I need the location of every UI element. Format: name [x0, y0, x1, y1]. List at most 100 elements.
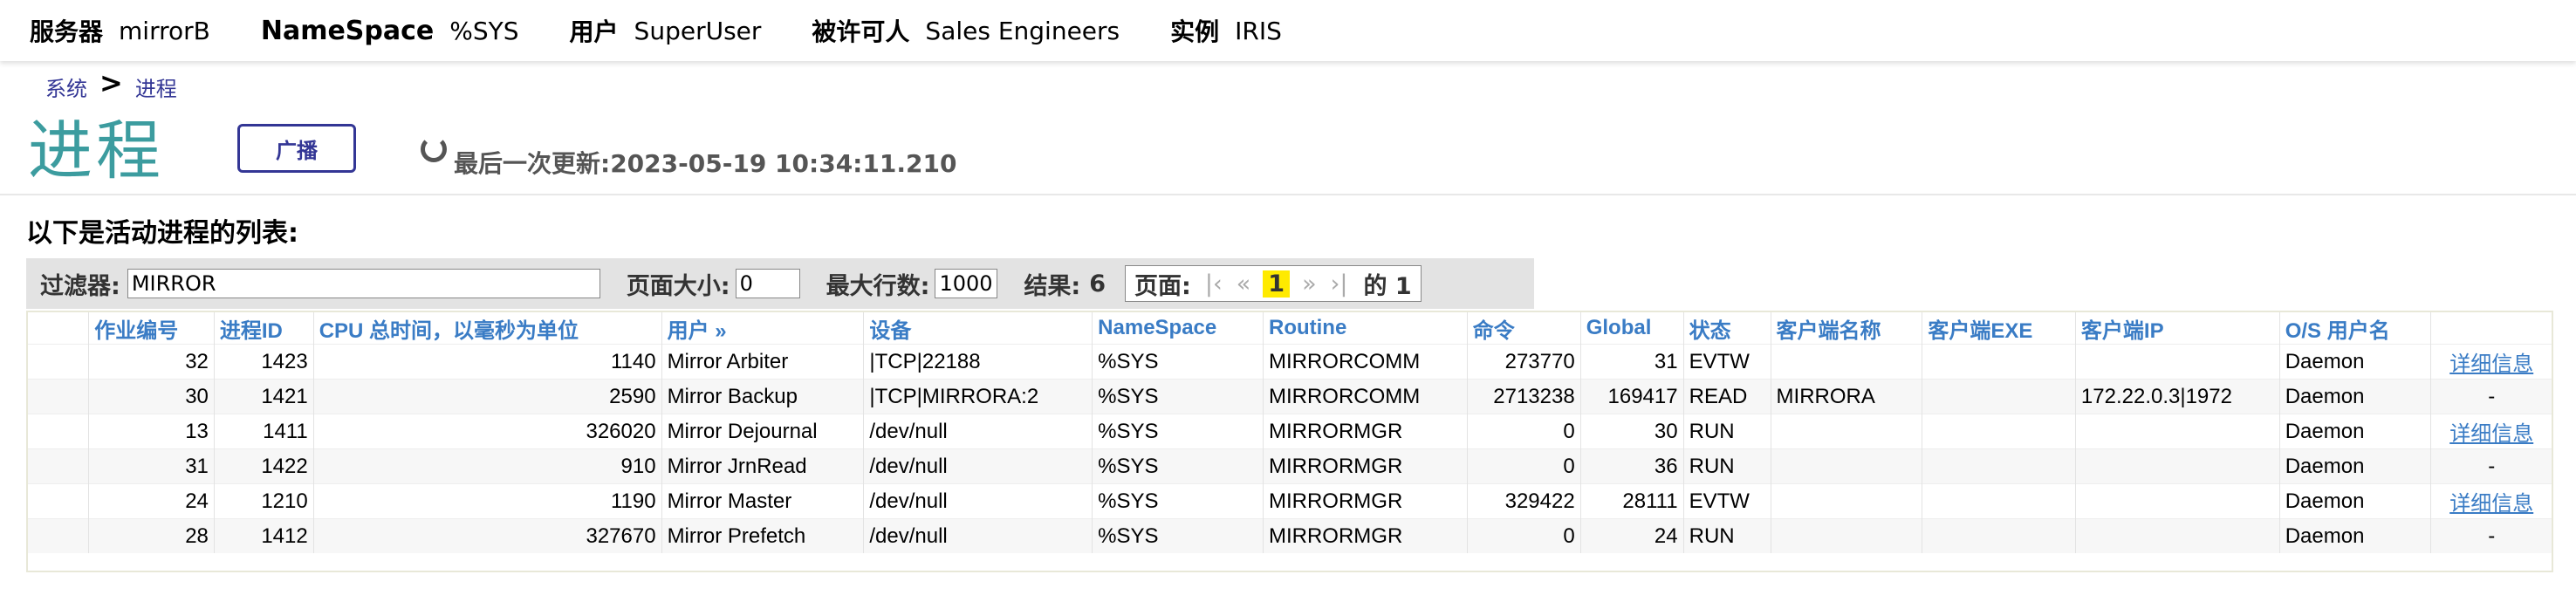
user-label: 用户: [569, 17, 619, 46]
namespace-value[interactable]: %SYS: [449, 17, 518, 45]
broadcast-button[interactable]: 广播: [237, 124, 356, 173]
column-header-os-user[interactable]: O/S 用户名: [2279, 312, 2432, 345]
table-row[interactable]: 31 1422 910 Mirror JrnRead /dev/null %SY…: [28, 448, 2552, 484]
refresh-icon[interactable]: [421, 136, 447, 162]
cell-details: -: [2430, 379, 2552, 414]
column-header-job[interactable]: 作业编号: [88, 312, 215, 345]
server-label: 服务器: [30, 17, 104, 46]
cell-cpu: 327670: [313, 518, 662, 553]
cell-job: 30: [88, 379, 215, 414]
cell-pid: 1412: [214, 518, 314, 553]
cell-command: 0: [1467, 414, 1581, 449]
cell-command: 2713238: [1467, 379, 1581, 414]
cell-details: -: [2430, 448, 2552, 484]
cell-os-user: Daemon: [2279, 379, 2432, 414]
column-header-pid[interactable]: 进程ID: [214, 312, 314, 345]
column-header-user[interactable]: 用户 »: [661, 312, 865, 345]
column-header-routine[interactable]: Routine: [1263, 312, 1468, 345]
next-page-button[interactable]: »: [1302, 270, 1317, 298]
cell-device: |TCP|22188: [863, 344, 1093, 380]
process-table: 作业编号 进程ID CPU 总时间，以毫秒为单位 用户 » 设备 NameSpa…: [28, 312, 2552, 553]
refresh-area: 最后一次更新:2023-05-19 10:34:11.210: [421, 129, 956, 180]
cell-client-name: [1771, 483, 1923, 519]
first-page-button[interactable]: |‹: [1205, 270, 1223, 298]
cell-client-ip: [2075, 483, 2280, 519]
cell-namespace: %SYS: [1092, 379, 1264, 414]
column-header-namespace[interactable]: NameSpace: [1092, 312, 1264, 345]
cell-state: EVTW: [1683, 344, 1771, 380]
column-header-global[interactable]: Global: [1580, 312, 1684, 345]
cell-pid: 1423: [214, 344, 314, 380]
page-size-label: 页面大小:: [626, 272, 730, 300]
cell-client-exe: [1922, 344, 2076, 380]
cell-job: 24: [88, 483, 215, 519]
prev-page-button[interactable]: «: [1237, 270, 1251, 298]
results-label: 结果:: [1024, 272, 1081, 300]
cell-namespace: %SYS: [1092, 518, 1264, 553]
column-header-command[interactable]: 命令: [1467, 312, 1581, 345]
cell-routine: MIRRORMGR: [1263, 483, 1468, 519]
cell-state: RUN: [1683, 518, 1771, 553]
cell-details: 详细信息: [2430, 483, 2552, 519]
cell-job: 28: [88, 518, 215, 553]
row-select-cell: [28, 379, 90, 414]
column-header-state[interactable]: 状态: [1683, 312, 1771, 345]
breadcrumb-item-system[interactable]: 系统: [45, 72, 87, 102]
page-size-input[interactable]: [735, 269, 800, 298]
table-header-row: 作业编号 进程ID CPU 总时间，以毫秒为单位 用户 » 设备 NameSpa…: [28, 312, 2552, 345]
table-row[interactable]: 30 1421 2590 Mirror Backup |TCP|MIRRORA:…: [28, 379, 2552, 414]
last-update-text: 最后一次更新:2023-05-19 10:34:11.210: [454, 149, 957, 178]
cell-state: RUN: [1683, 414, 1771, 449]
cell-device: /dev/null: [863, 483, 1093, 519]
cell-namespace: %SYS: [1092, 483, 1264, 519]
cell-routine: MIRRORMGR: [1263, 414, 1468, 449]
cell-cpu: 1140: [313, 344, 662, 380]
cell-global: 28111: [1580, 483, 1684, 519]
max-rows-label: 最大行数:: [826, 272, 930, 300]
cell-os-user: Daemon: [2279, 518, 2432, 553]
title-row: 进程 广播 最后一次更新:2023-05-19 10:34:11.210: [28, 112, 2559, 190]
cell-command: 0: [1467, 518, 1581, 553]
cell-state: RUN: [1683, 448, 1771, 484]
page-title: 进程: [28, 113, 164, 188]
column-header-cpu[interactable]: CPU 总时间，以毫秒为单位: [313, 312, 662, 345]
cell-command: 329422: [1467, 483, 1581, 519]
last-page-button[interactable]: ›|: [1331, 270, 1348, 298]
process-table-container: 作业编号 进程ID CPU 总时间，以毫秒为单位 用户 » 设备 NameSpa…: [26, 311, 2553, 572]
details-link[interactable]: 详细信息: [2449, 422, 2533, 446]
details-link[interactable]: 详细信息: [2449, 492, 2533, 516]
cell-routine: MIRRORMGR: [1263, 518, 1468, 553]
max-rows-input[interactable]: [935, 269, 998, 298]
filter-label: 过滤器:: [40, 272, 120, 300]
cell-client-exe: [1922, 379, 2076, 414]
cell-routine: MIRRORCOMM: [1263, 379, 1468, 414]
cell-os-user: Daemon: [2279, 448, 2432, 484]
cell-state: EVTW: [1683, 483, 1771, 519]
cell-details: 详细信息: [2430, 414, 2552, 449]
column-header-client-ip[interactable]: 客户端IP: [2075, 312, 2280, 345]
table-row[interactable]: 32 1423 1140 Mirror Arbiter |TCP|22188 %…: [28, 344, 2552, 380]
column-header-client-exe[interactable]: 客户端EXE: [1922, 312, 2076, 345]
cell-routine: MIRRORCOMM: [1263, 344, 1468, 380]
table-row[interactable]: 24 1210 1190 Mirror Master /dev/null %SY…: [28, 483, 2552, 519]
cell-cpu: 326020: [313, 414, 662, 449]
cell-client-ip: [2075, 344, 2280, 380]
breadcrumb-item-processes[interactable]: 进程: [135, 72, 177, 102]
filter-input[interactable]: [127, 269, 600, 298]
user-value: SuperUser: [634, 16, 762, 45]
current-page[interactable]: 1: [1263, 270, 1291, 298]
column-header-device[interactable]: 设备: [863, 312, 1093, 345]
breadcrumb: 系统 > 进程: [45, 66, 177, 103]
cell-os-user: Daemon: [2279, 483, 2432, 519]
table-row[interactable]: 13 1411 326020 Mirror Dejournal /dev/nul…: [28, 414, 2552, 449]
server-value: mirrorB: [119, 16, 210, 45]
column-header-client-name[interactable]: 客户端名称: [1771, 312, 1923, 345]
row-select-cell: [28, 414, 90, 449]
cell-namespace: %SYS: [1092, 344, 1264, 380]
cell-pid: 1421: [214, 379, 314, 414]
table-row[interactable]: 28 1412 327670 Mirror Prefetch /dev/null…: [28, 518, 2552, 553]
results-count: 6: [1089, 270, 1106, 298]
list-title: 以下是活动进程的列表:: [26, 218, 298, 249]
details-link[interactable]: 详细信息: [2449, 352, 2533, 376]
cell-pid: 1422: [214, 448, 314, 484]
